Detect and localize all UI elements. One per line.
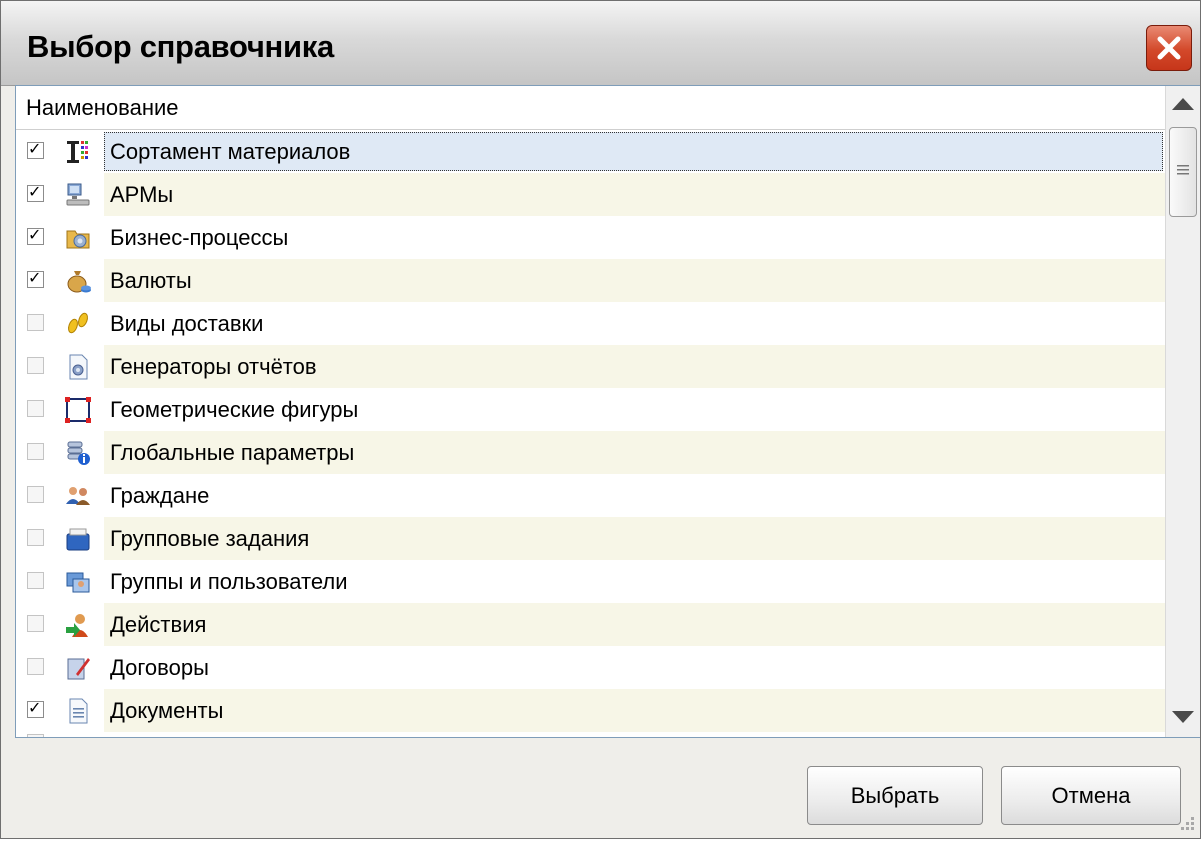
dialog-window: Выбор справочника Наименование Со xyxy=(0,0,1201,839)
shape-icon xyxy=(65,397,91,423)
column-header-label: Наименование xyxy=(26,95,179,120)
citizens-icon xyxy=(66,487,90,505)
list-item-group-tasks[interactable]: Групповые задания xyxy=(16,517,1166,560)
list-item-label: Глобальные параметры xyxy=(110,440,355,465)
vertical-scrollbar[interactable] xyxy=(1165,86,1200,737)
list-item-sortament[interactable]: Сортамент материалов xyxy=(16,130,1166,173)
groups-users-icon xyxy=(66,572,90,593)
button-bar: Выбрать Отмена xyxy=(1,740,1200,838)
list-item-label: Граждане xyxy=(110,483,210,508)
grip-icon xyxy=(1177,165,1189,175)
report-generator-icon xyxy=(69,354,88,380)
money-bag-icon xyxy=(67,271,91,293)
footprints-icon xyxy=(68,312,88,334)
close-icon xyxy=(1157,36,1181,60)
list-rows: Сортамент материалов АРМы Бизнес-процесс… xyxy=(16,130,1166,737)
list-item-label: Действия xyxy=(110,612,207,637)
checkbox[interactable] xyxy=(27,400,44,417)
list-item-report-generators[interactable]: Генераторы отчётов xyxy=(16,345,1166,388)
list-item-currencies[interactable]: Валюты xyxy=(16,259,1166,302)
list-item-partial xyxy=(16,732,1166,737)
list-item-citizens[interactable]: Граждане xyxy=(16,474,1166,517)
scroll-up-icon[interactable] xyxy=(1172,98,1194,110)
document-icon xyxy=(69,698,88,724)
close-button[interactable] xyxy=(1146,25,1192,71)
checkbox[interactable] xyxy=(27,486,44,503)
checkbox[interactable] xyxy=(27,443,44,460)
checkbox[interactable] xyxy=(27,182,44,202)
reference-list[interactable]: Наименование Сортамент материалов xyxy=(15,85,1200,738)
resize-grip-icon[interactable] xyxy=(1174,812,1196,834)
checkbox[interactable] xyxy=(27,314,44,331)
checkbox[interactable] xyxy=(27,572,44,589)
list-item-geometric-shapes[interactable]: Геометрические фигуры xyxy=(16,388,1166,431)
scroll-down-icon[interactable] xyxy=(1172,711,1194,723)
dialog-title: Выбор справочника xyxy=(27,29,334,64)
list-item-label: Геометрические фигуры xyxy=(110,397,359,422)
list-item-business-processes[interactable]: Бизнес-процессы xyxy=(16,216,1166,259)
list-item-label: Группы и пользователи xyxy=(110,569,348,594)
workstation-icon xyxy=(66,183,90,206)
checkbox[interactable] xyxy=(27,529,44,546)
list-item-label: Документы xyxy=(110,698,224,723)
list-item-label: Виды доставки xyxy=(110,311,264,336)
checkbox[interactable] xyxy=(27,225,44,245)
list-item-delivery-types[interactable]: Виды доставки xyxy=(16,302,1166,345)
list-item-label: Групповые задания xyxy=(110,526,310,551)
list-item-contracts[interactable]: Договоры xyxy=(16,646,1166,689)
checkbox[interactable] xyxy=(27,357,44,374)
checkbox[interactable] xyxy=(27,698,44,718)
list-item-documents[interactable]: Документы xyxy=(16,689,1166,732)
checkbox[interactable] xyxy=(27,615,44,632)
cancel-button[interactable]: Отмена xyxy=(1001,766,1181,825)
list-item-label: Бизнес-процессы xyxy=(110,225,289,250)
scroll-thumb[interactable] xyxy=(1169,127,1197,217)
list-item-actions[interactable]: Действия xyxy=(16,603,1166,646)
checkbox[interactable] xyxy=(27,734,44,737)
checkbox[interactable] xyxy=(27,139,44,159)
list-item-arm[interactable]: АРМы xyxy=(16,173,1166,216)
contract-icon xyxy=(67,658,90,680)
business-process-icon xyxy=(66,230,90,249)
actions-icon xyxy=(66,614,88,637)
select-button[interactable]: Выбрать xyxy=(807,766,983,825)
list-item-label: АРМы xyxy=(110,182,174,207)
checkbox[interactable] xyxy=(27,268,44,288)
column-header[interactable]: Наименование xyxy=(16,86,1166,130)
group-tasks-icon xyxy=(66,528,90,551)
title-bar[interactable]: Выбор справочника xyxy=(1,1,1200,86)
list-item-label: Сортамент материалов xyxy=(110,139,351,164)
checkbox[interactable] xyxy=(27,658,44,675)
sortament-icon xyxy=(67,141,88,163)
list-item-label: Договоры xyxy=(110,655,209,680)
list-item-groups-users[interactable]: Группы и пользователи xyxy=(16,560,1166,603)
global-params-icon xyxy=(67,441,90,465)
list-item-label: Валюты xyxy=(110,268,192,293)
list-item-global-parameters[interactable]: Глобальные параметры xyxy=(16,431,1166,474)
list-item-label: Генераторы отчётов xyxy=(110,354,317,379)
